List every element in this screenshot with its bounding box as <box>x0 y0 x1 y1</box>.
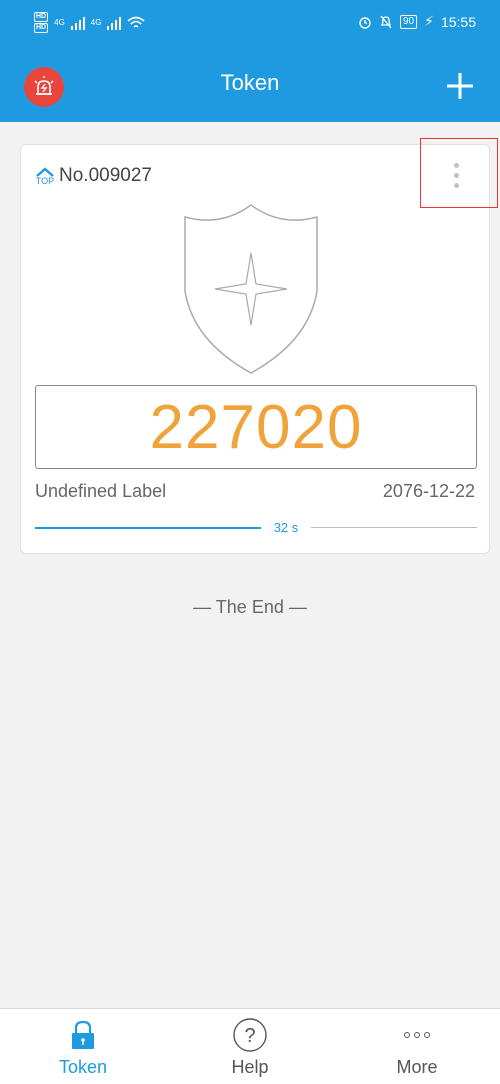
shield-icon <box>184 204 318 374</box>
help-circle-icon: ? <box>230 1015 270 1055</box>
battery-level: 90 <box>399 14 418 29</box>
token-header: TOP No.009027 <box>35 165 152 187</box>
token-card[interactable]: TOP No.009027 227020 Undefined Label 207… <box>20 138 498 554</box>
bottom-nav: Token ? Help More <box>0 1008 500 1084</box>
signal-icon <box>107 16 122 30</box>
alarm-clock-icon <box>359 16 371 29</box>
tab-token[interactable]: Token <box>0 1009 166 1084</box>
countdown-progress <box>35 527 261 529</box>
status-left: HD HD 4G 4G <box>34 12 145 33</box>
network-type: 4G <box>54 18 65 27</box>
menu-dot <box>453 172 459 178</box>
lock-icon <box>63 1015 103 1055</box>
tab-more[interactable]: More <box>334 1009 500 1084</box>
pin-top-icon <box>36 166 54 177</box>
token-expiry-date: 2076-12-22 <box>382 481 475 501</box>
signal-icon <box>70 16 85 30</box>
list-end-text: — The End — <box>193 597 307 617</box>
status-bar: HD HD 4G 4G 90 ⚡ 15:55 <box>0 0 500 44</box>
countdown-text: 32 s <box>273 520 299 535</box>
otp-code: 227020 <box>149 393 363 462</box>
status-right: 90 ⚡ 15:55 <box>358 13 476 30</box>
add-token-button[interactable] <box>438 64 482 108</box>
wifi-icon <box>127 16 145 28</box>
charging-icon: ⚡ <box>424 13 434 29</box>
top-app-bar: HD HD 4G 4G 90 ⚡ 15:55 Token <box>0 0 500 122</box>
otp-code-box[interactable]: 227020 <box>35 385 477 469</box>
tab-help-label: Help <box>231 1057 269 1077</box>
token-number: No.009027 <box>59 165 152 186</box>
page-title: Token <box>220 70 280 95</box>
status-time: 15:55 <box>440 13 476 30</box>
token-label: Undefined Label <box>35 481 167 501</box>
network-type: 4G <box>90 18 102 27</box>
tab-more-label: More <box>396 1057 438 1077</box>
hd-badge: HD <box>34 23 49 33</box>
countdown-track <box>311 527 477 528</box>
card-menu-button[interactable] <box>440 157 472 193</box>
top-label: TOP <box>35 175 55 186</box>
more-horizontal-icon <box>397 1015 437 1055</box>
top-badge[interactable]: TOP <box>35 166 55 186</box>
hd-badge: HD <box>34 12 49 22</box>
svg-text:?: ? <box>244 1025 255 1047</box>
tab-token-label: Token <box>58 1057 108 1077</box>
mute-bell-icon <box>380 15 392 28</box>
hd-indicator: HD HD <box>34 12 49 33</box>
menu-dot <box>453 182 459 188</box>
plus-icon <box>447 73 473 99</box>
more-vertical-icon <box>453 162 459 168</box>
tab-help[interactable]: ? Help <box>167 1009 333 1084</box>
